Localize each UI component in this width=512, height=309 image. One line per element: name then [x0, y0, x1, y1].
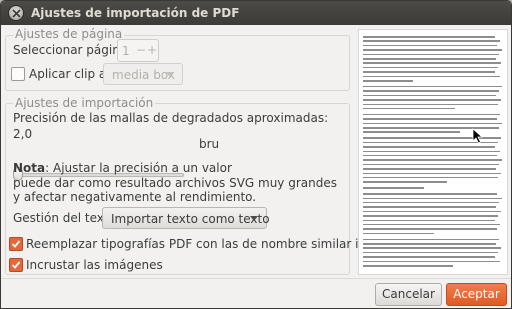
preview-text-line [363, 197, 502, 200]
preview-text-line [363, 215, 498, 217]
preview-text-line [363, 85, 502, 88]
close-button[interactable] [8, 5, 24, 21]
page-decrement-button[interactable]: − [136, 42, 146, 59]
page-increment-button[interactable]: + [147, 42, 157, 59]
pointer-cursor-icon [472, 128, 483, 144]
replace-fonts-checkbox[interactable] [9, 237, 23, 251]
preview-text-line [363, 118, 497, 120]
preview-text-line [363, 62, 501, 64]
preview-text-line [363, 219, 495, 222]
preview-text-line [363, 99, 501, 101]
preview-text-line [363, 228, 497, 230]
preview-text-line [363, 168, 496, 170]
preview-text-line [363, 163, 499, 166]
window-title: Ajustes de importación de PDF [31, 6, 240, 20]
precision-note: Nota: Ajustar la precisión a un valor pu… [13, 161, 337, 205]
import-settings-title: Ajustes de importación [13, 96, 156, 110]
clip-checkbox[interactable] [11, 67, 25, 81]
preview-text-line [363, 53, 499, 56]
embed-images-checkbox[interactable] [9, 258, 23, 272]
note-label: Nota [13, 161, 46, 175]
preview-text-line [363, 80, 413, 82]
preview-text-line [363, 210, 501, 213]
preview-text-line [363, 193, 497, 195]
preview-text-line [363, 176, 498, 179]
clip-box-select[interactable]: media box [103, 63, 183, 85]
precision-quality-label: bru [199, 137, 220, 151]
page-settings-title: Ajustes de página [13, 27, 125, 41]
page-preview [358, 29, 508, 275]
preview-text-line [363, 201, 499, 204]
preview-text-line [363, 172, 501, 175]
preview-text-line [363, 66, 498, 69]
accept-button[interactable]: Aceptar [446, 283, 507, 306]
preview-text-line [363, 113, 500, 116]
preview-text-line [363, 223, 500, 226]
note-line-3: y afectar negativamente al rendimiento. [13, 190, 257, 204]
select-page-label: Seleccionar página [13, 43, 128, 57]
preview-text-line [363, 36, 495, 38]
preview-text-line [363, 238, 499, 241]
preview-text-line [363, 256, 495, 258]
cancel-button[interactable]: Cancelar [375, 283, 442, 306]
preview-text-line [363, 247, 501, 249]
preview-text-line [363, 260, 500, 263]
preview-text-line [363, 122, 502, 125]
preview-text-line [363, 40, 500, 42]
chevron-down-icon [166, 72, 174, 77]
page-value: 1 [122, 44, 130, 58]
preview-text-line [363, 107, 455, 110]
embed-images-label[interactable]: Incrustar las imágenes [26, 258, 163, 272]
preview-text-line [363, 159, 502, 161]
preview-text-line [363, 150, 500, 153]
clip-label: Aplicar clip a: [29, 67, 111, 81]
check-icon [11, 240, 21, 248]
preview-text-line [363, 71, 495, 73]
page-spinbutton[interactable]: 1 − + [117, 39, 159, 62]
preview-text-line [363, 94, 496, 97]
text-handling-select[interactable]: Importar texto como texto [102, 207, 270, 229]
preview-text-line [363, 103, 498, 106]
preview-text-line [363, 44, 497, 47]
preview-text-line [363, 181, 447, 183]
note-text: : Ajustar la precisión a un valor [45, 161, 232, 175]
button-separator [1, 278, 511, 279]
preview-text-line [363, 49, 502, 51]
preview-text-line [363, 243, 496, 245]
title-bar: Ajustes de importación de PDF [1, 1, 511, 25]
precision-label: Precisión de las mallas de degradados ap… [13, 111, 329, 125]
note-line-1: Nota: Ajustar la precisión a un valor [13, 161, 337, 176]
preview-text-line [363, 265, 453, 267]
preview-text-line [363, 75, 500, 78]
preview-text-line [363, 251, 498, 254]
preview-text-line [363, 206, 496, 208]
text-handling-value: Importar texto como texto [111, 212, 270, 226]
preview-text-line [363, 58, 496, 60]
close-icon [12, 9, 21, 18]
pdf-import-dialog: Ajustes de importación de PDF Ajustes de… [0, 0, 512, 309]
note-line-2: puede dar como resultado archivos SVG mu… [13, 175, 337, 190]
chevron-down-icon [250, 216, 258, 221]
preview-text-line [363, 146, 495, 148]
preview-text-line [363, 90, 499, 92]
preview-text-line [363, 232, 434, 235]
preview-text-line [363, 131, 460, 133]
preview-text-line [363, 154, 497, 157]
check-icon [11, 261, 21, 269]
preview-text-line [363, 187, 424, 189]
precision-value: 2,0 [13, 127, 33, 141]
